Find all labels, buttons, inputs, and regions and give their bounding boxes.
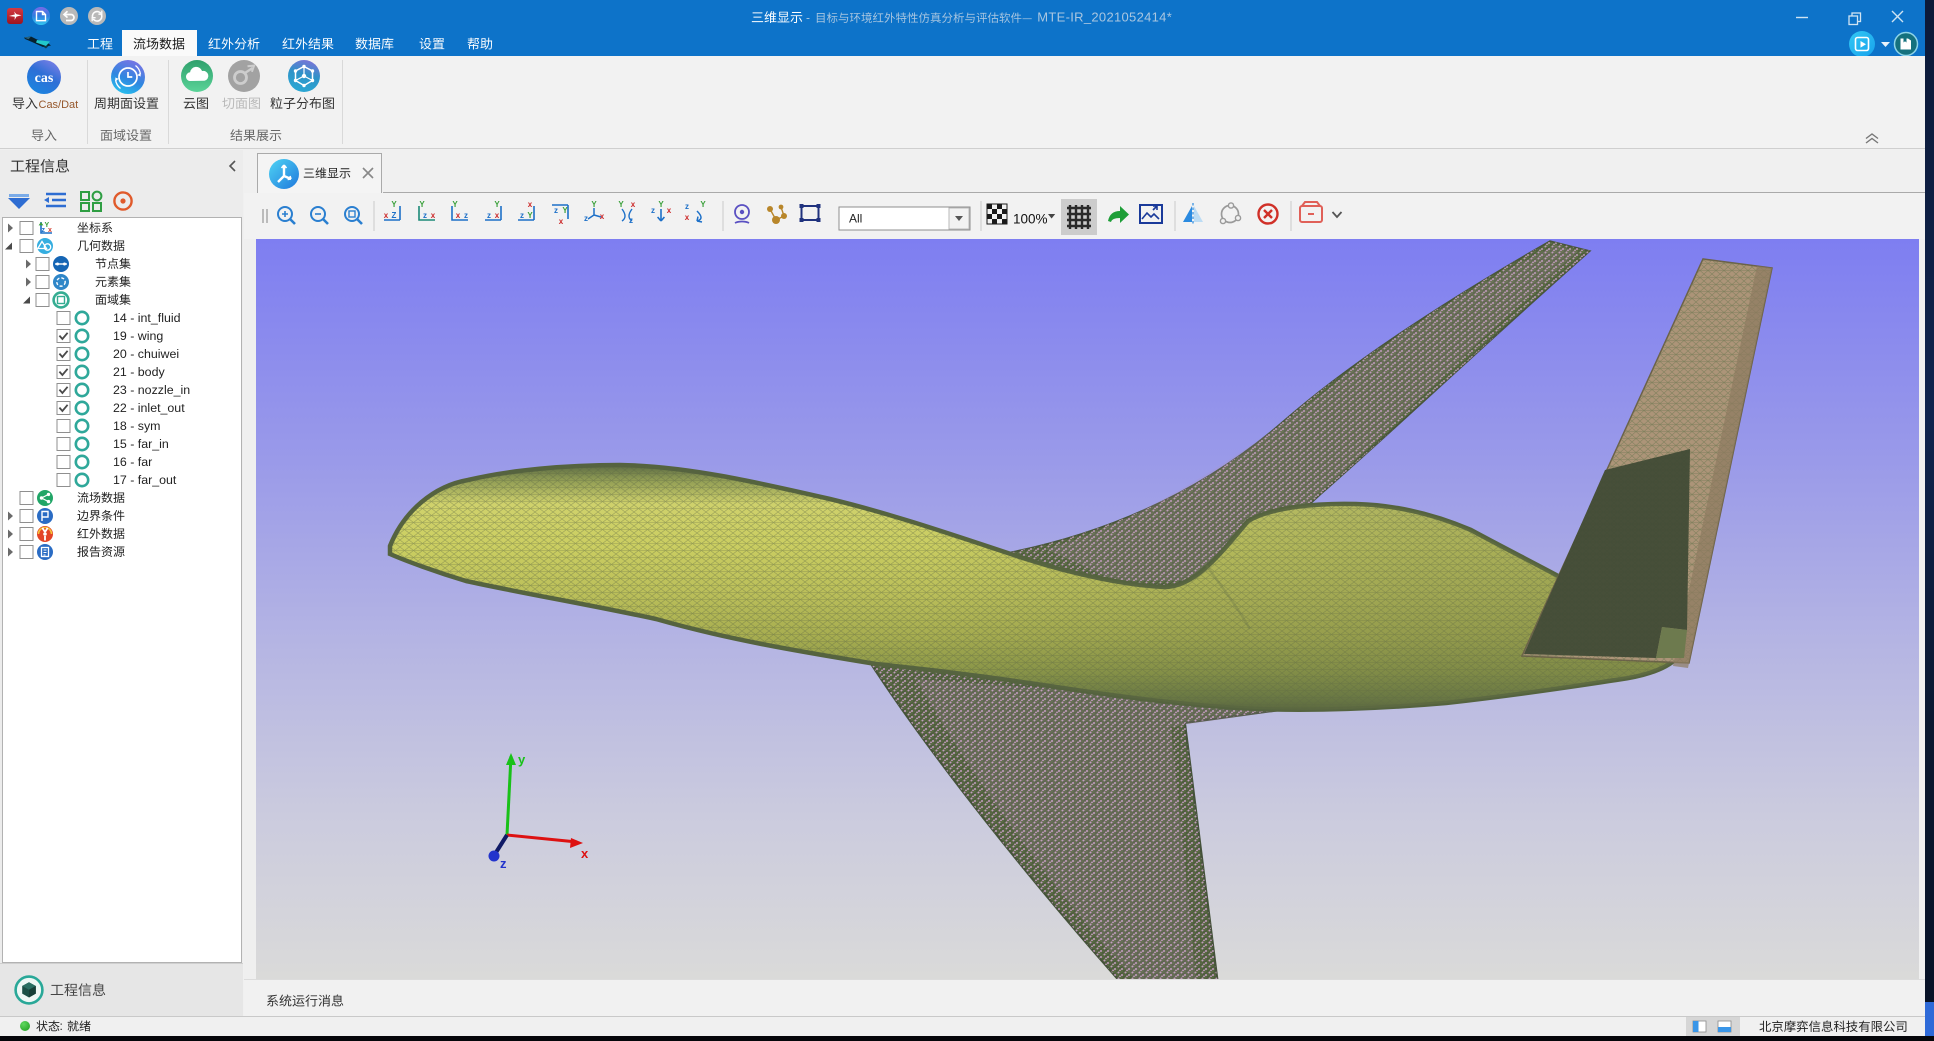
svg-text:x: x bbox=[667, 206, 672, 215]
svg-text:z: z bbox=[423, 211, 427, 220]
svg-text:Y: Y bbox=[494, 200, 500, 209]
svg-text:z: z bbox=[464, 211, 468, 220]
svg-text:Y: Y bbox=[591, 200, 597, 209]
svg-text:x: x bbox=[431, 211, 436, 220]
svg-text:x: x bbox=[456, 211, 461, 220]
svg-text:x: x bbox=[528, 200, 533, 209]
svg-text:Y: Y bbox=[527, 211, 533, 220]
svg-text:x: x bbox=[631, 200, 636, 209]
svg-text:z: z bbox=[42, 227, 46, 234]
svg-text:Y: Y bbox=[452, 200, 458, 209]
svg-text:x: x bbox=[495, 211, 500, 220]
svg-text:Y: Y bbox=[618, 200, 624, 209]
svg-text:x: x bbox=[48, 227, 52, 234]
svg-text:Y: Y bbox=[658, 200, 664, 209]
svg-text:Y: Y bbox=[391, 200, 397, 209]
svg-text:z: z bbox=[584, 214, 588, 223]
svg-text:z: z bbox=[487, 211, 491, 220]
svg-text:x: x bbox=[384, 211, 389, 220]
svg-text:x: x bbox=[559, 217, 564, 226]
svg-text:Y: Y bbox=[419, 200, 425, 209]
svg-text:Y: Y bbox=[700, 200, 706, 209]
svg-text:z: z bbox=[685, 202, 689, 211]
svg-text:z: z bbox=[554, 206, 558, 215]
svg-text:y: y bbox=[518, 752, 526, 767]
svg-text:x: x bbox=[685, 213, 690, 222]
svg-text:z: z bbox=[500, 856, 507, 871]
svg-text:Z: Z bbox=[392, 211, 397, 220]
svg-text:cas: cas bbox=[35, 71, 54, 86]
svg-text:x: x bbox=[581, 846, 589, 861]
svg-text:z: z bbox=[520, 211, 524, 220]
svg-text:z: z bbox=[651, 206, 655, 215]
